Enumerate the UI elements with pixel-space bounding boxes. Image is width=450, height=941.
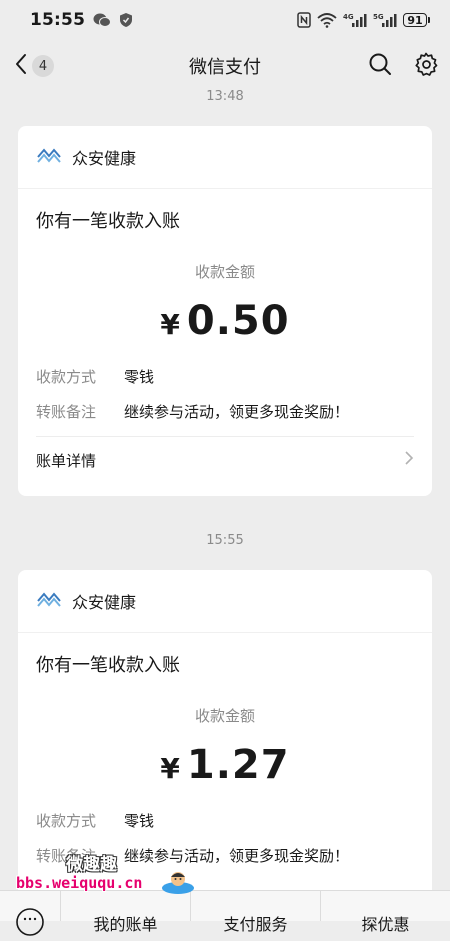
card-title: 你有一笔收款入账 — [36, 655, 180, 676]
keyboard-toggle-button[interactable] — [0, 891, 60, 941]
amount-label: 收款金额 — [194, 707, 255, 725]
detail-key: 收款方式 — [36, 812, 97, 830]
currency-symbol: ¥ — [160, 752, 181, 785]
signal-4g-icon: 4G — [343, 12, 367, 28]
wifi-icon — [317, 12, 337, 28]
currency-symbol: ¥ — [160, 308, 181, 341]
bill-details-link[interactable]: 账单详情 — [36, 436, 414, 483]
message-timestamp: 13:48 — [206, 89, 244, 104]
battery-tip — [428, 17, 430, 23]
menu-payment-services[interactable]: 支付服务 — [190, 891, 320, 934]
status-left: 15:55 — [30, 10, 133, 30]
merchant-name: 众安健康 — [72, 149, 137, 168]
detail-key: 转账备注 — [36, 403, 97, 421]
amount-number: 1.27 — [186, 742, 290, 788]
detail-value: 零钱 — [124, 368, 155, 386]
menu-discover-offers[interactable]: 探优惠 — [320, 891, 450, 934]
status-right: 4G 5G 91 — [297, 12, 430, 28]
amount-label: 收款金额 — [194, 263, 255, 281]
card-title: 你有一笔收款入账 — [36, 211, 180, 232]
payment-notification-card[interactable]: 众安健康 你有一笔收款入账 收款金额 ¥ 0.50 收款方式 零钱 转账备注 继… — [18, 126, 432, 496]
message-timestamp: 15:55 — [206, 533, 244, 548]
gear-icon[interactable] — [414, 52, 438, 76]
amount-value: ¥ 1.27 — [18, 742, 432, 788]
network-4g-label: 4G — [343, 13, 354, 21]
detail-row: 收款方式 零钱 — [36, 366, 414, 387]
battery-icon: 91 — [403, 13, 430, 27]
merchant-logo-icon — [36, 144, 62, 170]
merchant-name: 众安健康 — [72, 593, 137, 612]
chevron-right-icon — [404, 450, 414, 470]
nfc-icon — [297, 12, 311, 28]
detail-value: 零钱 — [124, 812, 155, 830]
merchant-logo-icon — [36, 588, 62, 614]
amount-number: 0.50 — [186, 298, 290, 344]
nav-bar: 4 微信支付 — [0, 40, 450, 90]
detail-key: 收款方式 — [36, 368, 97, 386]
network-5g-label: 5G — [373, 13, 384, 21]
card-header: 众安健康 — [18, 570, 432, 633]
detail-rows: 收款方式 零钱 转账备注 继续参与活动，领更多现金奖励！ — [18, 344, 432, 422]
mascot-icon — [160, 868, 196, 900]
status-bar: 15:55 4G 5G 91 — [0, 0, 450, 40]
detail-row: 转账备注 继续参与活动，领更多现金奖励！ — [36, 401, 414, 422]
status-time: 15:55 — [30, 10, 86, 30]
watermark-url: bbs.weiququ.cn — [16, 874, 143, 892]
watermark: 微趣趣 bbs.weiququ.cn — [10, 848, 200, 898]
amount-value: ¥ 0.50 — [18, 298, 432, 344]
detail-value: 继续参与活动，领更多现金奖励！ — [124, 403, 350, 421]
keyboard-icon — [15, 907, 45, 941]
card-header: 众安健康 — [18, 126, 432, 189]
watermark-name: 微趣趣 — [66, 855, 117, 875]
search-icon[interactable] — [368, 52, 392, 76]
battery-level: 91 — [403, 13, 427, 27]
bill-details-label: 账单详情 — [36, 451, 97, 470]
signal-5g-icon: 5G — [373, 12, 397, 28]
shield-icon — [119, 12, 133, 28]
detail-row: 收款方式 零钱 — [36, 810, 414, 831]
wechat-notification-icon — [93, 12, 112, 28]
nav-actions — [368, 52, 438, 76]
